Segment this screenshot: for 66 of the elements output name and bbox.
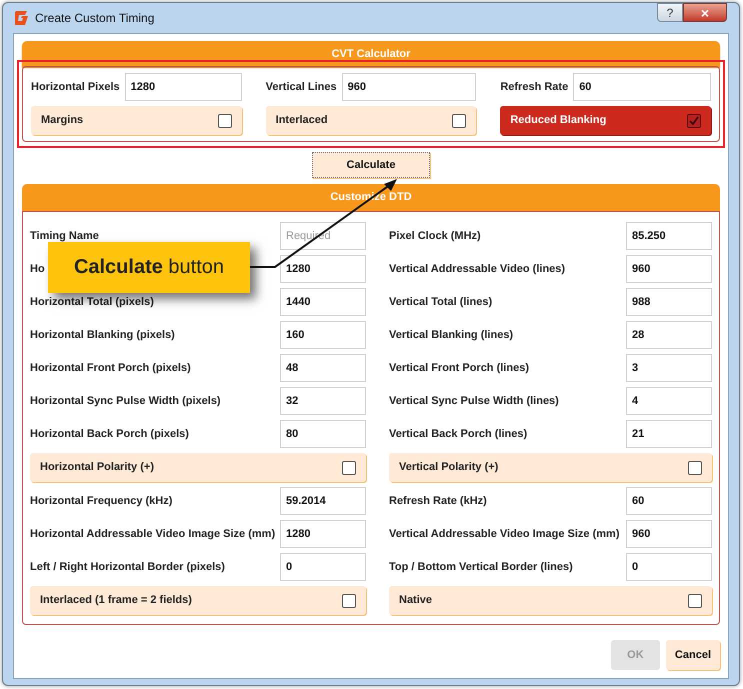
toggle-option[interactable]: Margins bbox=[31, 106, 242, 135]
toggle-option[interactable]: Vertical Polarity (+) bbox=[389, 453, 712, 482]
input-field[interactable]: 60 bbox=[573, 73, 711, 101]
calculate-button[interactable]: Calculate bbox=[312, 152, 430, 178]
field-label: Vertical Lines bbox=[266, 80, 337, 95]
input-field[interactable]: 1280 bbox=[280, 520, 366, 548]
field-label: Vertical Total (lines) bbox=[389, 294, 492, 310]
checkbox[interactable] bbox=[688, 594, 702, 608]
input-field[interactable]: 960 bbox=[626, 520, 712, 548]
field-label: Vertical Sync Pulse Width (lines) bbox=[389, 394, 559, 409]
input-field[interactable]: 0 bbox=[626, 553, 712, 581]
input-field[interactable]: 1280 bbox=[124, 73, 242, 101]
cancel-button[interactable]: Cancel bbox=[666, 640, 720, 670]
field-label: Left / Right Horizontal Border (pixels) bbox=[30, 560, 225, 575]
input-field[interactable]: 28 bbox=[626, 321, 712, 349]
field-label: Horizontal Back Porch (pixels) bbox=[30, 426, 189, 442]
checkbox[interactable] bbox=[342, 460, 356, 474]
field-label: Horizontal Front Porch (pixels) bbox=[30, 360, 191, 376]
toggle-option[interactable]: Interlaced (1 frame = 2 fields) bbox=[30, 586, 366, 615]
checkbox[interactable] bbox=[342, 594, 356, 608]
input-field[interactable]: 3 bbox=[626, 354, 712, 382]
toggle-option[interactable]: Native bbox=[389, 586, 712, 615]
field-label: Vertical Back Porch (lines) bbox=[389, 426, 528, 442]
checkbox[interactable] bbox=[452, 114, 466, 128]
input-field[interactable]: 160 bbox=[280, 321, 366, 349]
field-label: Pixel Clock (MHz) bbox=[389, 228, 481, 244]
field-label: Timing Name bbox=[30, 228, 99, 244]
toggle-option[interactable]: Horizontal Polarity (+) bbox=[30, 453, 366, 482]
field-label: Vertical Addressable Video (lines) bbox=[389, 262, 566, 277]
input-field[interactable]: 960 bbox=[626, 255, 712, 283]
input-field[interactable]: 0 bbox=[280, 553, 366, 581]
input-field[interactable]: 988 bbox=[626, 288, 712, 316]
callout-label: Calculate button bbox=[48, 242, 250, 293]
field-label: Vertical Blanking (lines) bbox=[389, 328, 514, 343]
toggle-option[interactable]: Reduced Blanking bbox=[500, 106, 711, 135]
field-label: Horizontal Sync Pulse Width (pixels) bbox=[30, 394, 221, 409]
check-icon bbox=[689, 116, 699, 126]
field-label: Horizontal Total (pixels) bbox=[30, 294, 154, 310]
field-label: Top / Bottom Vertical Border (lines) bbox=[389, 560, 573, 575]
field-label: Horizontal Pixels bbox=[31, 80, 120, 95]
window-title: Create Custom Timing bbox=[35, 10, 154, 27]
app-logo-icon bbox=[13, 10, 29, 26]
input-field[interactable]: 85.250 bbox=[626, 222, 712, 250]
input-field[interactable]: 59.2014 bbox=[280, 487, 366, 515]
input-field[interactable]: 4 bbox=[626, 387, 712, 415]
checkbox[interactable] bbox=[218, 114, 232, 128]
input-field[interactable]: 1280 bbox=[280, 255, 366, 283]
toggle-option[interactable]: Interlaced bbox=[266, 106, 476, 135]
input-field[interactable]: 32 bbox=[280, 387, 366, 415]
field-label: Vertical Addressable Video Image Size (mm) bbox=[389, 526, 620, 542]
field-label: Horizontal Blanking (pixels) bbox=[30, 328, 175, 343]
help-button[interactable]: ? bbox=[657, 3, 683, 22]
input-field[interactable]: 21 bbox=[626, 420, 712, 448]
field-label: Horizontal Frequency (kHz) bbox=[30, 494, 172, 509]
field-label: Ho bbox=[30, 262, 45, 277]
field-label: Refresh Rate bbox=[500, 80, 568, 95]
checkbox[interactable] bbox=[687, 114, 701, 128]
input-field[interactable]: 1440 bbox=[280, 288, 366, 316]
field-label: Vertical Front Porch (lines) bbox=[389, 360, 529, 376]
input-field[interactable]: 960 bbox=[342, 73, 476, 101]
input-field[interactable]: 80 bbox=[280, 420, 366, 448]
input-field[interactable]: 48 bbox=[280, 354, 366, 382]
field-label: Refresh Rate (kHz) bbox=[389, 494, 487, 509]
field-label: Horizontal Addressable Video Image Size (mm) bbox=[30, 526, 276, 542]
checkbox[interactable] bbox=[688, 460, 702, 474]
input-field[interactable]: 60 bbox=[626, 487, 712, 515]
